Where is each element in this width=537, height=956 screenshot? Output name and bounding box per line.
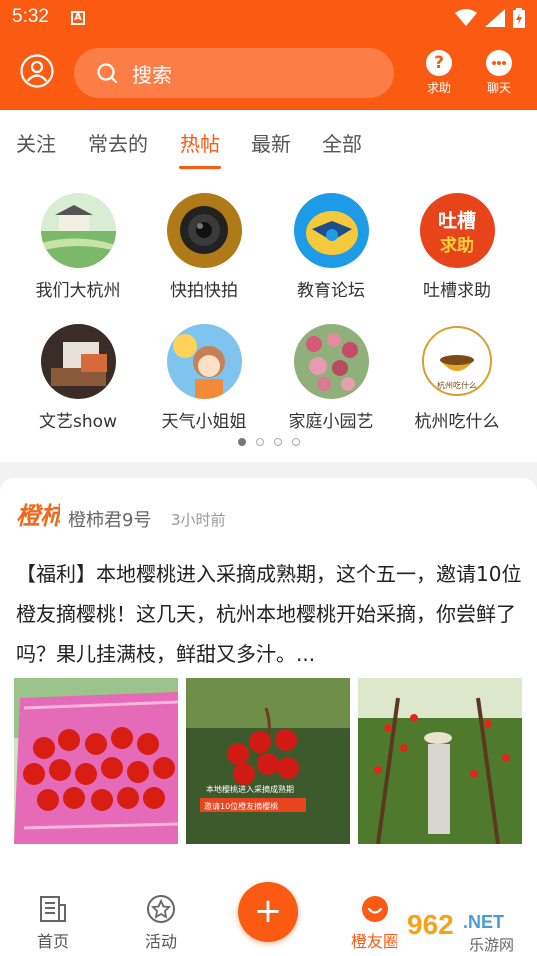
search-placeholder: 搜索 (132, 62, 172, 87)
forum-label: 快拍快拍 (170, 281, 238, 301)
svg-text:杭州吃什么: 杭州吃什么 (437, 380, 477, 390)
help-label: 求助 (426, 81, 451, 95)
author-avatar[interactable]: 橙柿 (14, 494, 68, 538)
page-dot[interactable] (255, 438, 264, 446)
nav-circle-label: 橙友圈 (350, 932, 399, 951)
watermark-text: 962 (407, 909, 454, 940)
search-input[interactable]: 搜索 (74, 48, 394, 98)
food-bowl-icon: 杭州吃什么 (419, 324, 495, 399)
nav-activity[interactable]: 活动 (126, 894, 196, 952)
forum-label: 家庭小园艺 (288, 412, 374, 432)
profile-button[interactable] (20, 54, 54, 88)
tab-latest[interactable]: 最新 (251, 128, 291, 157)
watermark-text: 乐游网 (469, 936, 514, 954)
active-tab-indicator (179, 166, 221, 169)
forum-item[interactable]: 我们大杭州 (13, 193, 143, 301)
forum-label: 吐槽求助 (423, 281, 491, 301)
forum-label: 文艺show (39, 412, 117, 432)
post-image[interactable]: 本地樱桃进入采摘成熟期 邀请10位橙友摘樱桃 (186, 678, 350, 844)
watermark-logo: 962 .NET 乐游网 (397, 896, 537, 956)
star-icon (147, 895, 175, 923)
post-card[interactable]: 橙柿 橙柿君9号 3小时前 【福利】本地樱桃进入采摘成熟期，这个五一，邀请10位… (0, 478, 537, 878)
education-icon (293, 193, 369, 268)
wifi-icon (455, 9, 477, 26)
forum-section: 关注 常去的 热帖 最新 全部 我们大杭州 快拍快拍 教育论坛 吐槽 求助 吐槽求… (0, 110, 537, 462)
home-gardening-icon (293, 324, 369, 399)
status-time: 5:32 (12, 6, 49, 27)
bottom-nav: 首页 活动 + 橙友圈 962 .NET 乐游网 (0, 878, 537, 956)
forum-item[interactable]: 天气小姐姐 (139, 324, 269, 432)
post-image[interactable] (14, 678, 178, 844)
author-name[interactable]: 橙柿君9号 (68, 506, 151, 532)
art-show-icon (40, 324, 116, 399)
hangzhou-landscape-icon (40, 193, 116, 268)
news-home-icon (40, 896, 66, 922)
search-icon (97, 63, 118, 84)
camera-lens-icon (166, 193, 242, 268)
post-image[interactable] (358, 678, 522, 844)
image-caption: 本地樱桃进入采摘成熟期 (206, 784, 294, 794)
chat-label: 聊天 (486, 81, 511, 95)
forum-label: 天气小姐姐 (161, 412, 247, 432)
nav-activity-label: 活动 (144, 932, 177, 951)
forum-label: 杭州吃什么 (414, 412, 500, 432)
tab-frequent[interactable]: 常去的 (88, 128, 148, 157)
forum-item[interactable]: 吐槽 求助 吐槽求助 (392, 193, 522, 301)
chat-button[interactable]: 聊天 (479, 50, 519, 96)
status-icons (455, 8, 525, 28)
image-caption: 邀请10位橙友摘樱桃 (204, 801, 278, 811)
post-time: 3小时前 (171, 511, 226, 529)
watermark-text: .NET (463, 912, 504, 932)
tab-bar: 关注 常去的 热帖 最新 全部 (0, 110, 537, 172)
forum-label: 我们大杭州 (35, 281, 121, 301)
nav-home[interactable]: 首页 (18, 894, 88, 952)
page-dot[interactable] (273, 438, 282, 446)
chat-bubble-icon (486, 50, 512, 76)
status-bar: 5:32 A (0, 0, 537, 36)
post-text[interactable]: 【福利】本地樱桃进入采摘成熟期，这个五一，邀请10位橙友摘樱桃！这几天，杭州本地… (16, 554, 524, 674)
forum-label: 教育论坛 (297, 281, 365, 301)
help-button[interactable]: ? 求助 (419, 50, 459, 96)
tab-follow[interactable]: 关注 (16, 128, 56, 157)
tab-hot[interactable]: 热帖 (180, 128, 220, 157)
top-header: 搜索 ? 求助 聊天 (0, 36, 537, 110)
nav-home-label: 首页 (36, 932, 69, 951)
weather-girl-icon (166, 324, 242, 399)
question-icon: ? (426, 50, 452, 76)
forum-item[interactable]: 杭州吃什么 杭州吃什么 (392, 324, 522, 432)
author-logo-text: 橙柿 (16, 501, 60, 530)
forum-item[interactable]: 家庭小园艺 (266, 324, 396, 432)
add-post-button[interactable]: + (238, 882, 298, 942)
forum-item[interactable]: 快拍快拍 (139, 193, 269, 301)
notification-icon: A (71, 11, 85, 25)
svg-text:求助: 求助 (440, 235, 474, 256)
page-indicator (0, 438, 537, 446)
forum-item[interactable]: 文艺show (13, 324, 143, 432)
page-dot[interactable] (237, 438, 246, 446)
signal-icon (485, 9, 505, 27)
page-dot[interactable] (291, 438, 300, 446)
battery-icon (513, 8, 525, 28)
tab-all[interactable]: 全部 (322, 128, 362, 157)
complaint-help-icon: 吐槽 求助 (419, 193, 495, 268)
user-icon (20, 54, 54, 88)
smile-circle-icon (362, 896, 388, 922)
svg-text:吐槽: 吐槽 (437, 209, 475, 232)
forum-item[interactable]: 教育论坛 (266, 193, 396, 301)
